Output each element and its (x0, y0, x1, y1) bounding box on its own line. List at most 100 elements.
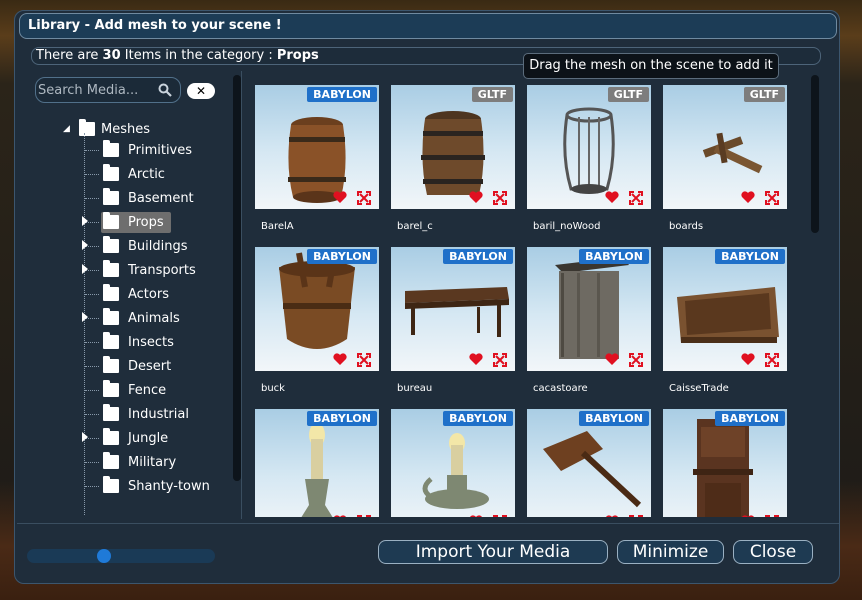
tree-item-industrial[interactable]: Industrial (85, 403, 225, 425)
media-card[interactable]: BABYLON (391, 409, 515, 517)
minimize-button[interactable]: Minimize (617, 540, 724, 564)
tree-item-body[interactable]: Fence (101, 380, 173, 401)
tree-item-label: Primitives (128, 142, 193, 158)
library-window: Library - Add mesh to your scene ! There… (14, 10, 840, 584)
folder-icon (103, 380, 119, 397)
media-card[interactable]: BABYLON (527, 409, 651, 517)
expand-icon[interactable] (629, 353, 643, 367)
clear-search-button[interactable]: ✕ (187, 83, 215, 99)
heart-icon[interactable] (605, 191, 619, 203)
expand-icon[interactable] (493, 353, 507, 367)
tree-item-body[interactable]: Desert (101, 356, 178, 377)
media-card-name: buck (261, 383, 285, 394)
tree-scrollbar[interactable] (233, 75, 241, 481)
tree-item-body[interactable]: Basement (101, 188, 201, 209)
tree-item-desert[interactable]: Desert (85, 355, 225, 377)
media-card[interactable]: BABYLON (663, 247, 787, 371)
tree-item-body[interactable]: Transports (101, 260, 203, 281)
heart-icon[interactable] (741, 515, 755, 517)
tree-item-body[interactable]: Props (101, 211, 171, 233)
import-media-button[interactable]: Import Your Media (378, 540, 608, 564)
tree-item-body[interactable]: Arctic (101, 164, 172, 185)
media-card-name: BarelA (261, 221, 294, 232)
tree-item-jungle[interactable]: Jungle (82, 427, 225, 449)
media-card[interactable]: BABYLON (391, 247, 515, 371)
expand-icon[interactable] (765, 191, 779, 205)
heart-icon[interactable] (333, 515, 347, 517)
media-card-name: barel_c (397, 221, 433, 232)
expand-arrow-icon[interactable] (82, 432, 88, 442)
tree-item-label: Military (128, 454, 177, 470)
tree-item-body[interactable]: Shanty-town (101, 476, 217, 497)
tree-item-actors[interactable]: Actors (85, 283, 225, 305)
tree-item-label: Jungle (128, 430, 169, 446)
heart-icon[interactable] (333, 191, 347, 203)
search-icon[interactable] (158, 83, 172, 97)
heart-icon[interactable] (605, 353, 619, 365)
expand-icon[interactable] (357, 515, 371, 517)
tree-scrollbar-thumb[interactable] (233, 75, 241, 481)
tree-item-transports[interactable]: Transports (82, 259, 225, 281)
tree-item-military[interactable]: Military (85, 451, 225, 473)
heart-icon[interactable] (741, 353, 755, 365)
heart-icon[interactable] (605, 515, 619, 517)
slider-handle[interactable] (97, 549, 111, 563)
media-card[interactable]: BABYLON (255, 247, 379, 371)
tree-item-body[interactable]: Insects (101, 332, 181, 353)
expand-icon[interactable] (357, 353, 371, 367)
tree-item-arctic[interactable]: Arctic (85, 163, 225, 185)
format-badge: BABYLON (307, 411, 377, 426)
media-card[interactable]: BABYLON (663, 409, 787, 517)
tree-item-body[interactable]: Military (101, 452, 183, 473)
heart-icon[interactable] (333, 353, 347, 365)
heart-icon[interactable] (469, 353, 483, 365)
tree-item-body[interactable]: Primitives (101, 140, 199, 161)
format-badge: BABYLON (443, 249, 513, 264)
expand-icon[interactable] (357, 191, 371, 205)
tree-item-shanty-town[interactable]: Shanty-town (85, 475, 225, 497)
expand-icon[interactable] (493, 191, 507, 205)
expand-icon[interactable] (765, 515, 779, 517)
media-card[interactable]: GLTF (391, 85, 515, 209)
heart-icon[interactable] (741, 191, 755, 203)
close-button[interactable]: Close (733, 540, 813, 564)
window-title[interactable]: Library - Add mesh to your scene ! (19, 13, 837, 39)
heart-icon[interactable] (469, 515, 483, 517)
folder-icon (103, 164, 119, 181)
media-card[interactable]: BABYLON (255, 85, 379, 209)
search-input[interactable] (36, 78, 154, 102)
expand-arrow-icon[interactable] (82, 216, 88, 226)
expand-icon[interactable] (765, 353, 779, 367)
media-card[interactable]: BABYLON (255, 409, 379, 517)
tree-item-insects[interactable]: Insects (85, 331, 225, 353)
media-card[interactable]: GLTF (663, 85, 787, 209)
tree-item-props[interactable]: Props (82, 211, 225, 233)
heart-icon[interactable] (469, 191, 483, 203)
tree-item-body[interactable]: Industrial (101, 404, 196, 425)
tree-root-label: Meshes (101, 121, 150, 137)
tree-item-animals[interactable]: Animals (82, 307, 225, 329)
tree-connector (85, 461, 99, 463)
tree-item-label: Buildings (128, 238, 188, 254)
tree-item-fence[interactable]: Fence (85, 379, 225, 401)
media-card[interactable]: GLTF (527, 85, 651, 209)
tree-item-body[interactable]: Buildings (101, 236, 195, 257)
expand-icon[interactable] (629, 515, 643, 517)
folder-icon (103, 356, 119, 373)
grid-scrollbar[interactable] (811, 75, 819, 233)
thumbnail-size-slider[interactable] (27, 549, 215, 563)
tree-item-buildings[interactable]: Buildings (82, 235, 225, 257)
tree-root-meshes[interactable]: ◢ Meshes (63, 119, 150, 139)
expand-arrow-icon[interactable] (82, 264, 88, 274)
expand-arrow-icon[interactable] (82, 240, 88, 250)
expand-arrow-icon[interactable] (82, 312, 88, 322)
tree-item-primitives[interactable]: Primitives (85, 139, 225, 161)
tree-item-basement[interactable]: Basement (85, 187, 225, 209)
media-card[interactable]: BABYLON (527, 247, 651, 371)
collapse-icon[interactable]: ◢ (63, 124, 77, 134)
tree-item-body[interactable]: Animals (101, 308, 187, 329)
expand-icon[interactable] (493, 515, 507, 517)
tree-item-body[interactable]: Actors (101, 284, 176, 305)
tree-item-body[interactable]: Jungle (101, 428, 175, 449)
expand-icon[interactable] (629, 191, 643, 205)
